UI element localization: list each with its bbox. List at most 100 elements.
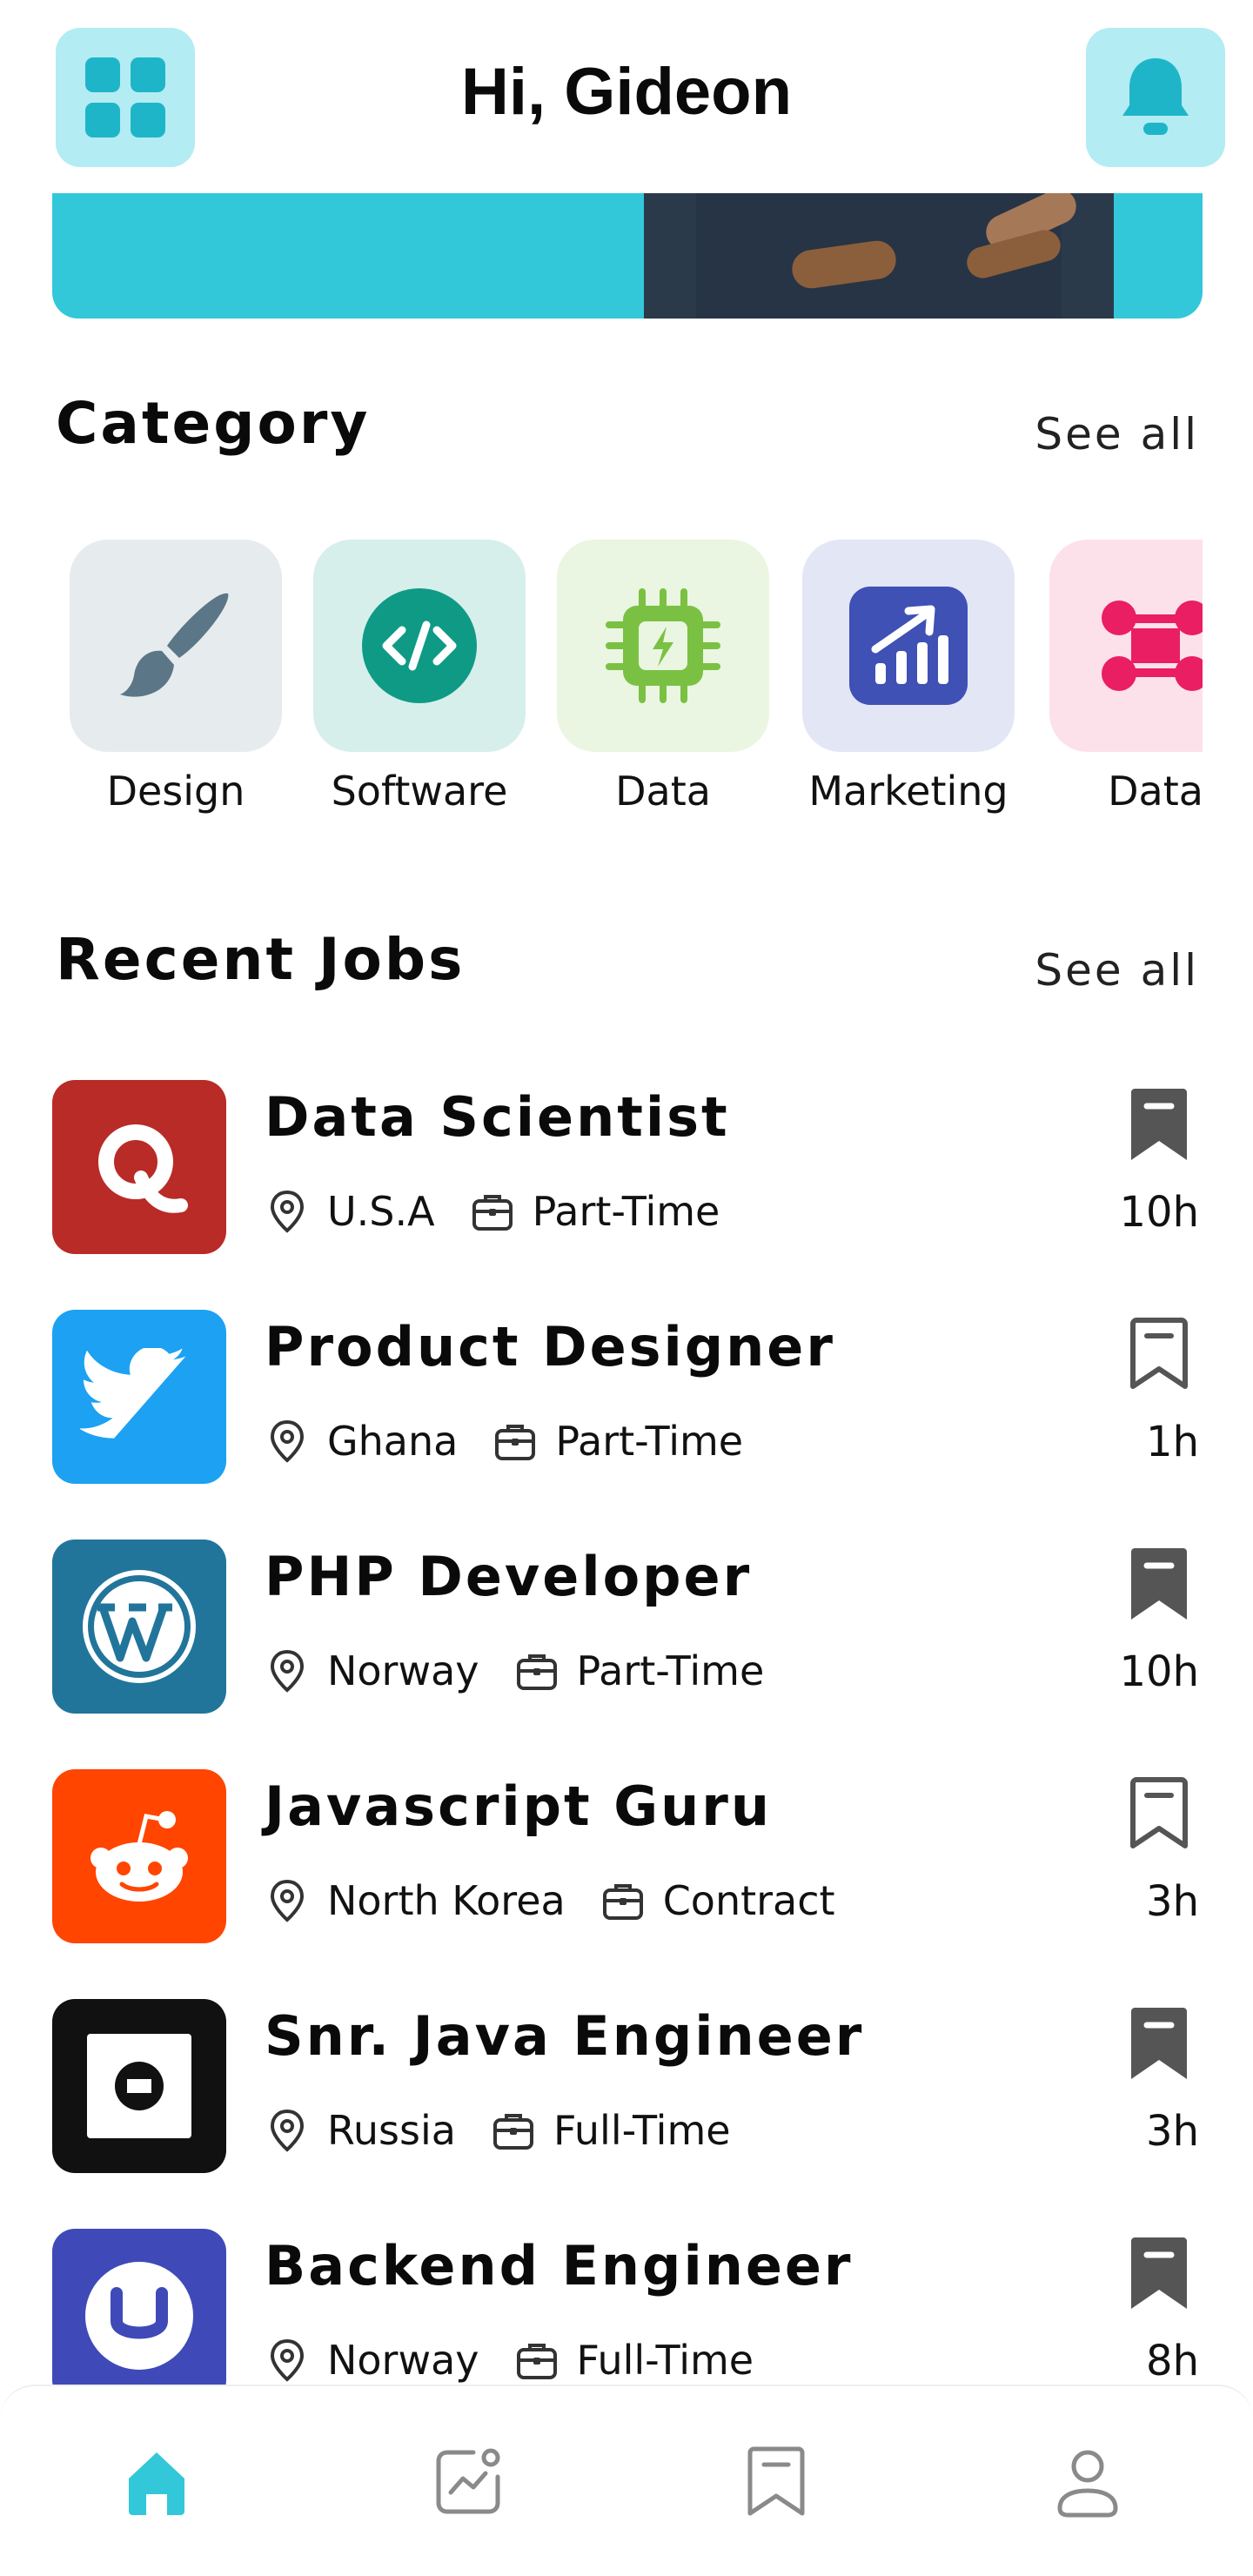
category-tile bbox=[557, 540, 769, 752]
job-title: PHP Developer bbox=[265, 1545, 753, 1608]
bookmark-filled-icon[interactable] bbox=[1128, 1085, 1190, 1164]
job-item[interactable]: Backend Engineer Norway Full-Time 8h bbox=[0, 2215, 1253, 2385]
recent-jobs-title: Recent Jobs bbox=[56, 926, 466, 993]
job-meta: North Korea Contract bbox=[265, 1877, 835, 1924]
quora-icon bbox=[98, 1124, 188, 1213]
category-title: Category bbox=[56, 390, 371, 457]
briefcase-icon bbox=[491, 2108, 536, 2153]
paintbrush-icon bbox=[120, 593, 229, 697]
uber-logo bbox=[52, 1999, 226, 2173]
uber-icon bbox=[87, 2034, 191, 2138]
briefcase-icon bbox=[470, 1189, 515, 1234]
job-title: Snr. Java Engineer bbox=[265, 2004, 865, 2068]
location-pin-icon bbox=[265, 1189, 310, 1234]
job-posted-time: 8h bbox=[1146, 2337, 1199, 2385]
analytics-icon bbox=[436, 2448, 500, 2514]
bookmark-outline-icon[interactable] bbox=[1128, 1315, 1190, 1393]
notifications-button[interactable] bbox=[1086, 28, 1225, 167]
reddit-logo bbox=[52, 1769, 226, 1943]
category-tile bbox=[1049, 540, 1203, 752]
category-label: Design bbox=[106, 768, 245, 815]
job-title: Product Designer bbox=[265, 1315, 835, 1379]
job-location: Norway bbox=[327, 2337, 479, 2384]
banner-photo bbox=[644, 193, 1114, 319]
home-icon bbox=[129, 2452, 184, 2515]
job-meta: Norway Part-Time bbox=[265, 1647, 764, 1694]
promo-banner[interactable] bbox=[52, 193, 1203, 319]
bookmark-icon bbox=[747, 2446, 805, 2516]
category-item-design[interactable]: Design bbox=[70, 540, 282, 815]
job-location: Ghana bbox=[327, 1418, 459, 1465]
briefcase-icon bbox=[514, 2338, 559, 2383]
job-location: North Korea bbox=[327, 1877, 566, 1924]
job-title: Backend Engineer bbox=[265, 2234, 854, 2298]
job-type: Part-Time bbox=[555, 1418, 744, 1465]
job-title: Data Scientist bbox=[265, 1085, 730, 1149]
job-posted-time: 3h bbox=[1146, 2107, 1199, 2156]
location-pin-icon bbox=[265, 1419, 310, 1464]
job-posted-time: 3h bbox=[1146, 1877, 1199, 1926]
nav-analytics[interactable] bbox=[425, 2438, 512, 2526]
category-label: Software bbox=[331, 768, 508, 815]
job-item[interactable]: Product Designer Ghana Part-Time 1h bbox=[0, 1296, 1253, 1526]
job-meta: Norway Full-Time bbox=[265, 2337, 754, 2384]
job-type: Full-Time bbox=[576, 2337, 754, 2384]
recent-jobs-see-all-link[interactable]: See all bbox=[1035, 945, 1199, 996]
category-list: Design Software Data Marketing Data bbox=[56, 540, 1203, 827]
header: Hi, Gideon bbox=[0, 0, 1253, 193]
nav-home[interactable] bbox=[113, 2438, 200, 2526]
category-label: Data bbox=[1108, 768, 1203, 815]
job-posted-time: 10h bbox=[1119, 1188, 1200, 1237]
category-tile bbox=[313, 540, 526, 752]
bookmark-filled-icon[interactable] bbox=[1128, 1545, 1190, 1623]
chip-icon bbox=[606, 588, 720, 703]
bell-icon bbox=[1122, 58, 1189, 135]
job-item[interactable]: Snr. Java Engineer Russia Full-Time 3h bbox=[0, 1985, 1253, 2215]
nav-saved[interactable] bbox=[733, 2438, 820, 2526]
reddit-alien-icon bbox=[90, 1811, 188, 1902]
category-item-data[interactable]: Data bbox=[557, 540, 769, 815]
job-location: U.S.A bbox=[327, 1188, 435, 1235]
category-item-marketing[interactable]: Marketing bbox=[802, 540, 1015, 815]
job-location: Norway bbox=[327, 1647, 479, 1694]
wordpress-icon bbox=[83, 1570, 196, 1683]
job-type: Part-Time bbox=[532, 1188, 720, 1235]
briefcase-icon bbox=[514, 1648, 559, 1694]
bookmark-filled-icon[interactable] bbox=[1128, 2004, 1190, 2083]
nav-profile[interactable] bbox=[1044, 2438, 1131, 2526]
job-posted-time: 1h bbox=[1146, 1418, 1199, 1466]
quora-logo bbox=[52, 1080, 226, 1254]
bottom-nav bbox=[0, 2385, 1253, 2576]
job-meta: Russia Full-Time bbox=[265, 2107, 731, 2154]
briefcase-icon bbox=[600, 1878, 646, 1923]
job-type: Contract bbox=[662, 1877, 835, 1924]
job-item[interactable]: Data Scientist U.S.A Part-Time 10h bbox=[0, 1066, 1253, 1296]
growth-chart-icon bbox=[849, 587, 968, 705]
job-meta: Ghana Part-Time bbox=[265, 1418, 743, 1465]
job-list: Data Scientist U.S.A Part-Time 10h Produ… bbox=[0, 1066, 1253, 2385]
bookmark-filled-icon[interactable] bbox=[1128, 2234, 1190, 2312]
udemy-icon bbox=[85, 2262, 193, 2370]
job-meta: U.S.A Part-Time bbox=[265, 1188, 720, 1235]
category-item-data-2[interactable]: Data bbox=[1049, 540, 1203, 815]
job-item[interactable]: PHP Developer Norway Part-Time 10h bbox=[0, 1526, 1253, 1755]
location-pin-icon bbox=[265, 2338, 310, 2383]
job-type: Part-Time bbox=[576, 1647, 765, 1694]
wordpress-logo bbox=[52, 1540, 226, 1714]
category-see-all-link[interactable]: See all bbox=[1035, 409, 1199, 460]
location-pin-icon bbox=[265, 1648, 310, 1694]
job-item[interactable]: Javascript Guru North Korea Contract 3h bbox=[0, 1755, 1253, 1985]
bookmark-outline-icon[interactable] bbox=[1128, 1774, 1190, 1853]
category-item-software[interactable]: Software bbox=[313, 540, 526, 815]
network-icon bbox=[1102, 600, 1203, 691]
location-pin-icon bbox=[265, 1878, 310, 1923]
category-label: Data bbox=[615, 768, 711, 815]
udemy-logo bbox=[52, 2229, 226, 2385]
greeting: Hi, Gideon bbox=[461, 55, 792, 129]
job-posted-time: 10h bbox=[1119, 1647, 1200, 1696]
briefcase-icon bbox=[492, 1419, 538, 1464]
category-label: Marketing bbox=[808, 768, 1008, 815]
category-tile bbox=[70, 540, 282, 752]
location-pin-icon bbox=[265, 2108, 310, 2153]
category-tile bbox=[802, 540, 1015, 752]
